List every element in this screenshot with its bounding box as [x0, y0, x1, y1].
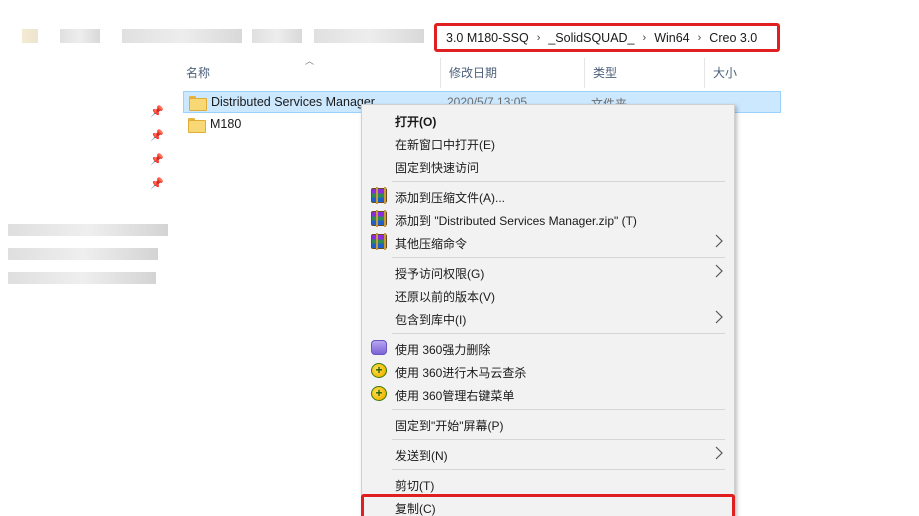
menu-item-label: 包含到库中(I): [395, 313, 467, 327]
blurred-nav-item[interactable]: [8, 272, 156, 284]
menu-item-360-shred[interactable]: 使用 360强力删除: [362, 336, 734, 359]
menu-item-add-to-archive[interactable]: 添加到压缩文件(A)...: [362, 184, 734, 207]
chevron-right-icon: [715, 234, 723, 248]
list-item[interactable]: M180: [183, 113, 241, 135]
menu-item-360-manage-menu[interactable]: + 使用 360管理右键菜单: [362, 382, 734, 405]
blurred-nav-item[interactable]: [8, 224, 168, 236]
shredder-icon: [371, 340, 387, 355]
menu-divider: [392, 469, 725, 470]
column-header-type[interactable]: 类型: [584, 58, 704, 88]
menu-item-label: 发送到(N): [395, 449, 448, 463]
blurred-path-segment: [252, 29, 302, 43]
menu-item-label: 在新窗口中打开(E): [395, 138, 495, 152]
chevron-right-icon[interactable]: ›: [537, 32, 541, 44]
menu-item-copy[interactable]: 复制(C): [362, 495, 734, 516]
menu-item-label: 剪切(T): [395, 479, 435, 493]
breadcrumb-item[interactable]: _SolidSQUAD_: [548, 31, 634, 45]
360-icon: +: [371, 363, 387, 378]
winrar-icon: [371, 210, 387, 227]
menu-divider: [392, 181, 725, 182]
menu-item-label: 还原以前的版本(V): [395, 290, 495, 304]
menu-item-label: 打开(O): [395, 115, 437, 129]
breadcrumb-item[interactable]: 3.0 M180-SSQ: [446, 31, 529, 45]
chevron-right-icon[interactable]: ›: [643, 32, 647, 44]
menu-item-label: 添加到 "Distributed Services Manager.zip" (…: [395, 214, 637, 228]
pin-icon[interactable]: 📌: [150, 106, 164, 118]
menu-item-label: 授予访问权限(G): [395, 267, 485, 281]
context-menu: 打开(O) 在新窗口中打开(E) 固定到快速访问 添加到压缩文件(A)... 添…: [361, 104, 735, 516]
column-header-size[interactable]: 大小: [704, 58, 786, 88]
address-bar[interactable]: 3.0 M180-SSQ › _SolidSQUAD_ › Win64 › Cr…: [0, 18, 919, 54]
menu-item-open[interactable]: 打开(O): [362, 108, 734, 131]
menu-item-grant-access[interactable]: 授予访问权限(G): [362, 260, 734, 283]
chevron-right-icon: [715, 310, 723, 324]
chevron-right-icon: [715, 446, 723, 460]
menu-item-pin-start[interactable]: 固定到"开始"屏幕(P): [362, 412, 734, 435]
folder-icon: [188, 117, 206, 133]
menu-item-label: 使用 360进行木马云查杀: [395, 366, 527, 380]
menu-item-label: 固定到"开始"屏幕(P): [395, 419, 504, 433]
file-name: Distributed Services Manager: [211, 95, 375, 109]
blurred-nav-item[interactable]: [8, 248, 158, 260]
menu-item-label: 使用 360强力删除: [395, 343, 491, 357]
column-header-date[interactable]: 修改日期: [440, 58, 584, 88]
menu-item-label: 复制(C): [395, 502, 436, 516]
menu-divider: [392, 439, 725, 440]
chevron-right-icon: [715, 264, 723, 278]
column-header-name[interactable]: 名称: [178, 58, 440, 88]
pin-icon[interactable]: 📌: [150, 178, 164, 190]
menu-item-other-compress[interactable]: 其他压缩命令: [362, 230, 734, 253]
menu-item-label: 其他压缩命令: [395, 237, 468, 251]
menu-item-pin-quick-access[interactable]: 固定到快速访问: [362, 154, 734, 177]
menu-item-include-in-library[interactable]: 包含到库中(I): [362, 306, 734, 329]
column-headers: ︿ 名称 修改日期 类型 大小: [172, 56, 786, 88]
menu-item-label: 固定到快速访问: [395, 161, 480, 175]
breadcrumb: 3.0 M180-SSQ › _SolidSQUAD_ › Win64 › Cr…: [434, 23, 780, 52]
blurred-path-segment: [314, 29, 424, 43]
pin-icon[interactable]: 📌: [150, 154, 164, 166]
winrar-icon: [371, 187, 387, 204]
breadcrumb-item[interactable]: Win64: [654, 31, 689, 45]
menu-item-add-to-zip[interactable]: 添加到 "Distributed Services Manager.zip" (…: [362, 207, 734, 230]
blurred-path-segment: [122, 29, 242, 43]
menu-item-360-scan[interactable]: + 使用 360进行木马云查杀: [362, 359, 734, 382]
winrar-icon: [371, 233, 387, 250]
menu-divider: [392, 333, 725, 334]
menu-item-open-new-window[interactable]: 在新窗口中打开(E): [362, 131, 734, 154]
blurred-path-segment: [60, 29, 100, 43]
menu-item-cut[interactable]: 剪切(T): [362, 472, 734, 495]
breadcrumb-item[interactable]: Creo 3.0: [709, 31, 757, 45]
pin-icon[interactable]: 📌: [150, 130, 164, 142]
menu-divider: [392, 409, 725, 410]
360-icon: +: [371, 386, 387, 401]
file-name: M180: [210, 117, 242, 131]
menu-item-restore-versions[interactable]: 还原以前的版本(V): [362, 283, 734, 306]
menu-item-label: 使用 360管理右键菜单: [395, 389, 515, 403]
menu-item-send-to[interactable]: 发送到(N): [362, 442, 734, 465]
folder-icon: [189, 95, 207, 111]
menu-item-label: 添加到压缩文件(A)...: [395, 191, 505, 205]
blurred-path-segment: [22, 29, 38, 43]
menu-divider: [392, 257, 725, 258]
chevron-right-icon[interactable]: ›: [698, 32, 702, 44]
